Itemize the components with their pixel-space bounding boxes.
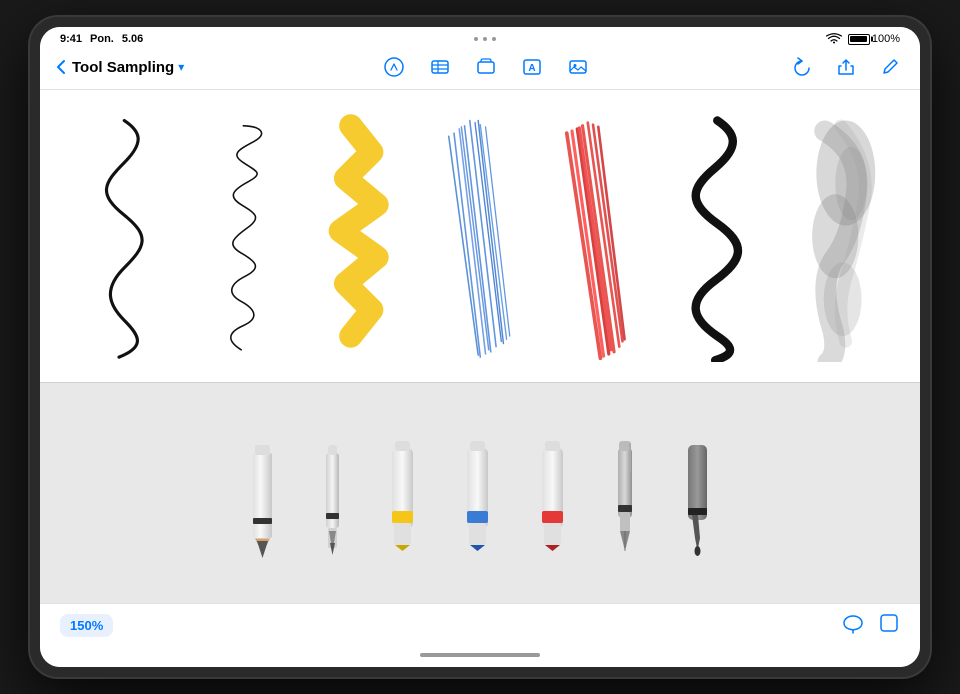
title-area[interactable]: Tool Sampling ▾ [72,59,184,76]
lasso-icon[interactable] [842,612,864,639]
dot3 [492,37,496,41]
text-icon[interactable]: A [518,53,546,81]
share-icon[interactable] [832,53,860,81]
bottom-bar: 150% [40,603,920,649]
time: 9:41 [60,33,82,45]
status-bar: 9:41 Pon. 5.06 [40,27,920,49]
image-icon[interactable] [564,53,592,81]
wifi-icon [826,33,842,45]
dot2 [483,37,487,41]
tools-panel [40,382,920,603]
pencil-tool[interactable] [235,423,290,563]
title-chevron-icon: ▾ [178,60,184,74]
red-marker-tool[interactable] [525,423,580,563]
watercolor-sample [781,110,890,362]
fountain-pen-tool[interactable] [600,423,650,563]
zoom-badge[interactable]: 150% [60,614,113,637]
toolbar-right [788,53,904,81]
blue-marker-tool[interactable] [450,423,505,563]
toolbar-left: Tool Sampling ▾ [56,59,184,76]
battery-body [848,34,870,45]
red-crayon-sample [544,110,653,362]
svg-text:A: A [529,63,536,74]
back-button[interactable] [56,59,66,75]
canvas-area[interactable] [40,90,920,603]
pencil-tool-icon[interactable] [380,53,408,81]
battery-label: 100% [872,33,900,45]
toolbar-center: A [380,53,592,81]
bottom-right-icons [842,612,900,639]
table-icon[interactable] [426,53,454,81]
yellow-marker-tool[interactable] [375,423,430,563]
back-chevron-icon [56,59,66,75]
drawing-samples [40,90,920,382]
home-indicator-area [40,649,920,667]
pen-loop-sample [189,110,298,362]
home-indicator [420,653,540,657]
battery-fill [850,36,867,42]
toolbar: Tool Sampling ▾ [40,49,920,90]
blue-crayon-sample [426,110,535,362]
undo-icon[interactable] [788,53,816,81]
pencil-stroke-sample [70,110,179,362]
day: Pon. [90,33,114,45]
edit-icon[interactable] [876,53,904,81]
shape-icon[interactable] [472,53,500,81]
view-icon[interactable] [878,612,900,639]
status-left: 9:41 Pon. 5.06 [60,33,143,45]
ipad-frame: 9:41 Pon. 5.06 [30,17,930,677]
bold-pen-sample [663,110,772,362]
battery-icon: 100% [848,33,900,45]
dot1 [474,37,478,41]
marker-sample [307,110,416,362]
pen-tool[interactable] [310,423,355,563]
document-title: Tool Sampling [72,59,174,76]
ipad-screen: 9:41 Pon. 5.06 [40,27,920,667]
brush-tool[interactable] [670,423,725,563]
status-center [474,37,496,41]
status-right: 100% [826,33,900,45]
app-time: 5.06 [122,33,143,45]
